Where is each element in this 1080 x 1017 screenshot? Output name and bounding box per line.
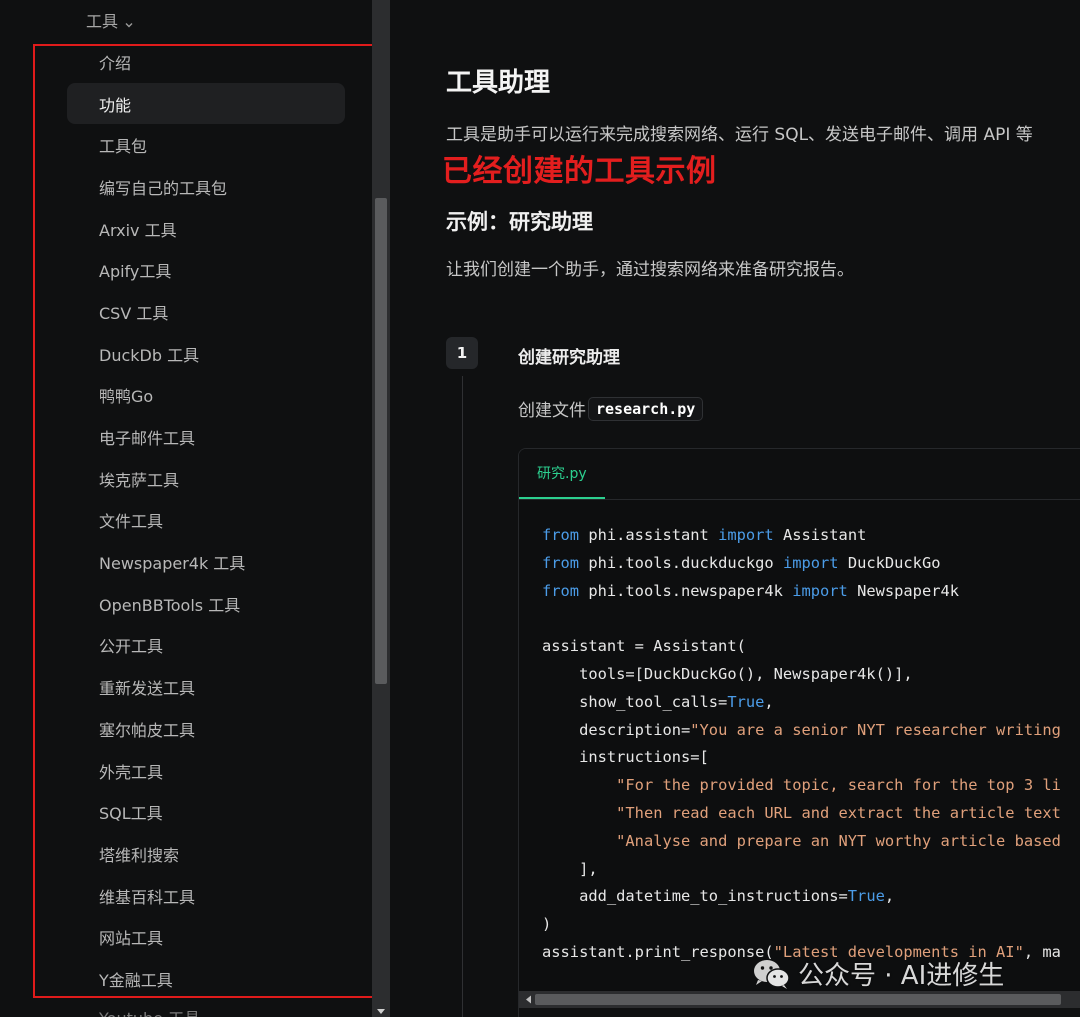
sidebar-section-tools[interactable]: 工具 xyxy=(86,8,134,32)
watermark-text: 公众号 · AI进修生 xyxy=(798,961,1005,991)
code-content: from phi.assistant import Assistant from… xyxy=(542,526,1061,961)
sidebar-item-label: CSV 工具 xyxy=(99,303,169,323)
sidebar-item-label: 塞尔帕皮工具 xyxy=(99,720,196,740)
sidebar-scrollbar-thumb[interactable] xyxy=(375,198,387,684)
intro-paragraph: 工具是助手可以运行来完成搜索网络、运行 SQL、发送电子邮件、调用 API 等 xyxy=(446,125,1033,145)
sidebar-item-csv[interactable]: CSV 工具 xyxy=(67,291,345,333)
annotation-text: 已经创建的工具示例 xyxy=(442,154,717,189)
sidebar-item-label: SQL工具 xyxy=(99,804,163,824)
example-heading: 示例：研究助理 xyxy=(446,210,593,234)
create-file-line: 创建文件 research.py xyxy=(518,396,704,421)
sidebar-item-label: 重新发送工具 xyxy=(99,679,196,699)
scroll-down-icon[interactable] xyxy=(375,1008,387,1016)
code-tab-research-py[interactable]: 研究.py xyxy=(519,449,605,499)
sidebar-nav-list: 介绍 功能 工具包 编写自己的工具包 Arxiv 工具 Apify工具 CSV … xyxy=(67,41,345,1000)
sidebar-section-title: 工具 xyxy=(86,12,119,31)
filename-code: research.py xyxy=(588,396,704,421)
code-tab-bar: 研究.py xyxy=(519,449,1080,500)
sidebar-item-label: Arxiv 工具 xyxy=(99,220,177,240)
sidebar-item-label: Newspaper4k 工具 xyxy=(99,554,246,574)
watermark: 公众号 · AI进修生 xyxy=(752,955,1004,992)
sidebar-item-partial[interactable]: Youtube 工具 xyxy=(99,1005,200,1017)
chevron-down-icon xyxy=(124,15,134,28)
sidebar-item-features[interactable]: 功能 xyxy=(67,82,345,125)
example-description: 让我们创建一个助手，通过搜索网络来准备研究报告。 xyxy=(446,260,854,280)
sidebar-item-duckduckgo[interactable]: 鸭鸭Go xyxy=(67,375,345,417)
sidebar-item-label: 维基百科工具 xyxy=(99,887,196,907)
scroll-left-icon[interactable] xyxy=(523,994,533,1005)
sidebar-item-label: 功能 xyxy=(99,95,132,115)
sidebar-item-label: 电子邮件工具 xyxy=(99,429,196,449)
sidebar-item-label: 介绍 xyxy=(99,53,132,73)
sidebar-item-newspaper4k[interactable]: Newspaper4k 工具 xyxy=(67,541,345,583)
sidebar-item-arxiv[interactable]: Arxiv 工具 xyxy=(67,208,345,250)
sidebar-item-wikipedia[interactable]: 维基百科工具 xyxy=(67,875,345,917)
code-body: from phi.assistant import Assistant from… xyxy=(519,500,1080,991)
sidebar-item-label: 外壳工具 xyxy=(99,762,164,782)
sidebar: 工具 介绍 功能 工具包 编写自己的工具包 Arxiv 工具 Apify工具 C… xyxy=(0,0,387,1017)
sidebar-item-label: 工具包 xyxy=(99,137,148,157)
step-title: 创建研究助理 xyxy=(518,348,620,368)
page-title: 工具助理 xyxy=(446,68,551,98)
sidebar-item-exa[interactable]: 埃克萨工具 xyxy=(67,458,345,500)
wechat-icon xyxy=(754,959,790,989)
sidebar-item-label: DuckDb 工具 xyxy=(99,345,200,365)
sidebar-item-openbb[interactable]: OpenBBTools 工具 xyxy=(67,583,345,625)
docs-page: 工具 介绍 功能 工具包 编写自己的工具包 Arxiv 工具 Apify工具 C… xyxy=(0,0,1080,1017)
sidebar-item-serpapi[interactable]: 塞尔帕皮工具 xyxy=(67,708,345,750)
sidebar-item-public[interactable]: 公开工具 xyxy=(67,625,345,667)
sidebar-item-label: 埃克萨工具 xyxy=(99,470,180,490)
sidebar-item-sql[interactable]: SQL工具 xyxy=(67,791,345,833)
sidebar-item-shell[interactable]: 外壳工具 xyxy=(67,750,345,792)
sidebar-item-label: OpenBBTools 工具 xyxy=(99,595,241,615)
sidebar-item-write-your-own[interactable]: 编写自己的工具包 xyxy=(67,166,345,208)
sidebar-item-label: 网站工具 xyxy=(99,929,164,949)
sidebar-item-yfinance[interactable]: Y金融工具 xyxy=(67,958,345,1000)
sidebar-item-label: 公开工具 xyxy=(99,637,164,657)
code-horizontal-scrollbar[interactable] xyxy=(519,991,1080,1008)
sidebar-item-apify[interactable]: Apify工具 xyxy=(67,249,345,291)
step-number-badge: 1 xyxy=(446,337,478,369)
sidebar-item-resend[interactable]: 重新发送工具 xyxy=(67,666,345,708)
sidebar-item-label: 文件工具 xyxy=(99,512,164,532)
step-connector-line xyxy=(462,376,463,1017)
sidebar-item-website[interactable]: 网站工具 xyxy=(67,916,345,958)
code-block: 研究.py from phi.assistant import Assistan… xyxy=(518,448,1080,1017)
sidebar-item-duckdb[interactable]: DuckDb 工具 xyxy=(67,333,345,375)
sidebar-item-file[interactable]: 文件工具 xyxy=(67,500,345,542)
sidebar-item-intro[interactable]: 介绍 xyxy=(67,41,345,83)
code-scrollbar-thumb[interactable] xyxy=(535,994,1061,1005)
sidebar-item-label: 编写自己的工具包 xyxy=(99,178,228,198)
sidebar-item-label: 鸭鸭Go xyxy=(99,387,154,407)
sidebar-item-toolkits[interactable]: 工具包 xyxy=(67,124,345,166)
sidebar-item-label: Apify工具 xyxy=(99,262,172,282)
sidebar-item-tavily[interactable]: 塔维利搜索 xyxy=(67,833,345,875)
sidebar-item-email[interactable]: 电子邮件工具 xyxy=(67,416,345,458)
sidebar-item-label: Y金融工具 xyxy=(99,970,173,990)
sidebar-item-label: 塔维利搜索 xyxy=(99,845,180,865)
main-content: 工具助理 工具是助手可以运行来完成搜索网络、运行 SQL、发送电子邮件、调用 A… xyxy=(390,0,1080,1017)
create-file-prefix: 创建文件 xyxy=(518,401,586,421)
